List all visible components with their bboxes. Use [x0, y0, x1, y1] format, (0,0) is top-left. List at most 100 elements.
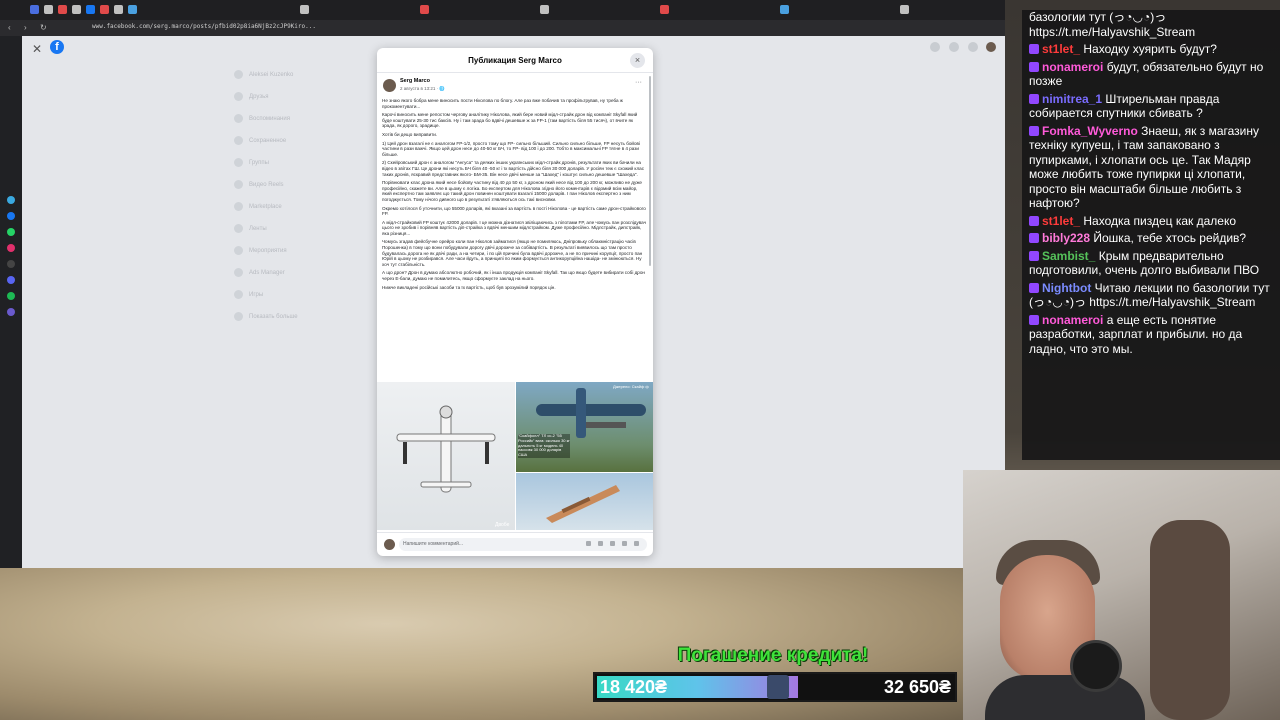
- chat-messages: базологии тут (っ◔◡◔)っ https://t.me/Halya…: [1029, 10, 1277, 359]
- drone-image-white[interactable]: [377, 382, 515, 530]
- sidebar-item[interactable]: Воспоминания: [234, 114, 354, 126]
- post-paragraph: Карочі виносить мене репостом чергову ан…: [382, 112, 638, 129]
- author-avatar[interactable]: [383, 79, 396, 92]
- attach-icon[interactable]: [634, 541, 639, 546]
- badge-icon: [1029, 61, 1039, 72]
- drone-flight-icon: [546, 485, 620, 523]
- image-caption: "Скайфолл" ТЛ сс-2 "55 Российк" вага: ск…: [518, 433, 570, 458]
- chat-text: Йошка, тебе хтось рейдив?: [1093, 231, 1247, 245]
- sidebar-item-label: Marketplace: [249, 204, 282, 211]
- post-paragraph: Нижче викладені російські засоби та їх в…: [382, 284, 556, 290]
- sidebar-item-label: Показать больше: [249, 314, 298, 321]
- sidebar-item[interactable]: Игры: [234, 290, 354, 302]
- sidebar-item-label: Видео Reels: [249, 182, 284, 189]
- sidebar-item[interactable]: Ads Manager: [234, 268, 354, 280]
- chat-username[interactable]: nonameroi: [1042, 313, 1103, 327]
- image-credit: Двобе: [495, 522, 510, 528]
- tab-icon[interactable]: [900, 5, 909, 14]
- reload-icon[interactable]: ↻: [40, 24, 48, 32]
- address-bar[interactable]: ‹ › ↻ www.facebook.com/serg.marco/posts/…: [0, 20, 1005, 36]
- menu-icon[interactable]: [930, 42, 940, 52]
- drone-image-launch[interactable]: [516, 382, 653, 472]
- telegram-icon[interactable]: [7, 196, 15, 204]
- sidebar-item[interactable]: Показать больше: [234, 312, 354, 324]
- sidebar-item-label: Друзья: [249, 94, 269, 101]
- sidebar-item[interactable]: Aleksei Kuzenko: [234, 70, 354, 82]
- back-icon[interactable]: ‹: [8, 24, 16, 32]
- chat-message: nonameroi а еще есть понятие разработки,…: [1029, 313, 1277, 357]
- sticker-icon[interactable]: [586, 541, 591, 546]
- discord-icon[interactable]: [7, 276, 15, 284]
- tab-icon[interactable]: [540, 5, 549, 14]
- emoji-icon[interactable]: [598, 541, 603, 546]
- chat-username[interactable]: st1let_: [1042, 214, 1080, 228]
- chat-username[interactable]: nonameroi: [1042, 60, 1103, 74]
- donation-current: 18 420₴: [600, 677, 668, 697]
- close-icon[interactable]: ×: [630, 53, 645, 68]
- tab-icon[interactable]: [114, 5, 123, 14]
- sidebar-item[interactable]: Ленты: [234, 224, 354, 236]
- facebook-logo-icon[interactable]: f: [50, 40, 64, 54]
- chat-username[interactable]: nimitrea_1: [1042, 92, 1102, 106]
- close-icon[interactable]: ✕: [32, 42, 42, 56]
- tab-icon[interactable]: [100, 5, 109, 14]
- drone-image-flight[interactable]: [516, 473, 653, 530]
- camera-icon[interactable]: [610, 541, 615, 546]
- forward-icon[interactable]: ›: [24, 24, 32, 32]
- chat-username[interactable]: Sambist_: [1042, 249, 1095, 263]
- sidebar-item-label: Aleksei Kuzenko: [249, 72, 294, 79]
- sidebar-item[interactable]: Видео Reels: [234, 180, 354, 192]
- post-paragraph: А мідл-страйковий FP коштує 42000 доларі…: [382, 219, 646, 236]
- tab-icon[interactable]: [780, 5, 789, 14]
- messenger-icon[interactable]: [949, 42, 959, 52]
- post-date[interactable]: 2 августа в 13:21 · 🌐: [400, 86, 445, 92]
- chat-username[interactable]: bibly228: [1042, 231, 1090, 245]
- instagram-icon[interactable]: [7, 244, 15, 252]
- notifications-icon[interactable]: [968, 42, 978, 52]
- drone-launch-icon: [536, 388, 646, 438]
- x-icon[interactable]: [7, 260, 15, 268]
- sidebar-item[interactable]: Мероприятия: [234, 246, 354, 258]
- tab-strip[interactable]: [0, 0, 1005, 20]
- sidebar-item[interactable]: Сохраненное: [234, 136, 354, 148]
- tab-icon[interactable]: [30, 5, 39, 14]
- post-author[interactable]: Serg Marco: [400, 78, 430, 84]
- tab-icon[interactable]: [660, 5, 669, 14]
- webcam-shirt: [985, 675, 1145, 720]
- tab-icon[interactable]: [72, 5, 81, 14]
- chat-username[interactable]: Nightbot: [1042, 281, 1091, 295]
- sidebar-item[interactable]: Группы: [234, 158, 354, 170]
- profile-avatar[interactable]: [986, 42, 996, 52]
- chat-message: Fomka_Wyverno Знаеш, як з магазину технi…: [1029, 124, 1277, 211]
- whatsapp-icon[interactable]: [7, 228, 15, 236]
- chat-message: Sambist_ Крым предварительно подготовили…: [1029, 249, 1277, 278]
- chat-username[interactable]: Fomka_Wyverno: [1042, 124, 1138, 138]
- tab-icon[interactable]: [420, 5, 429, 14]
- tab-icon[interactable]: [44, 5, 53, 14]
- modal-title: Публикация Serg Marco: [468, 56, 562, 65]
- donation-image: [767, 675, 789, 699]
- microphone-icon: [1070, 640, 1122, 692]
- extension-icon[interactable]: [7, 308, 15, 316]
- chat-username[interactable]: st1let_: [1042, 42, 1080, 56]
- post-paragraph: 1) Цей дрон взагалі не є аналогом FP-1/2…: [382, 140, 640, 157]
- sidebar-item-label: Группы: [249, 160, 269, 167]
- messenger-icon[interactable]: [7, 212, 15, 220]
- tab-icon[interactable]: [300, 5, 309, 14]
- url-text[interactable]: www.facebook.com/serg.marco/posts/pfbid0…: [92, 23, 316, 30]
- sidebar-item[interactable]: Marketplace: [234, 202, 354, 214]
- sidebar-item[interactable]: Друзья: [234, 92, 354, 104]
- chat-message: базологии тут (っ◔◡◔)っ https://t.me/Halya…: [1029, 10, 1277, 39]
- tab-icon[interactable]: [58, 5, 67, 14]
- tab-icon[interactable]: [128, 5, 137, 14]
- spotify-icon[interactable]: [7, 292, 15, 300]
- sidebar-item-label: Игры: [249, 292, 264, 299]
- tab-icon[interactable]: [86, 5, 95, 14]
- post-paragraph: Чомусь згадав фейсбучне орейро коли пан …: [382, 239, 643, 267]
- drone-white-icon: [396, 405, 496, 493]
- badge-icon: [1029, 282, 1039, 293]
- more-options-icon[interactable]: ···: [635, 79, 642, 86]
- scrollbar[interactable]: [649, 76, 651, 266]
- chat-message: nimitrea_1 Штирельман правда собирается …: [1029, 92, 1277, 121]
- gif-icon[interactable]: [622, 541, 627, 546]
